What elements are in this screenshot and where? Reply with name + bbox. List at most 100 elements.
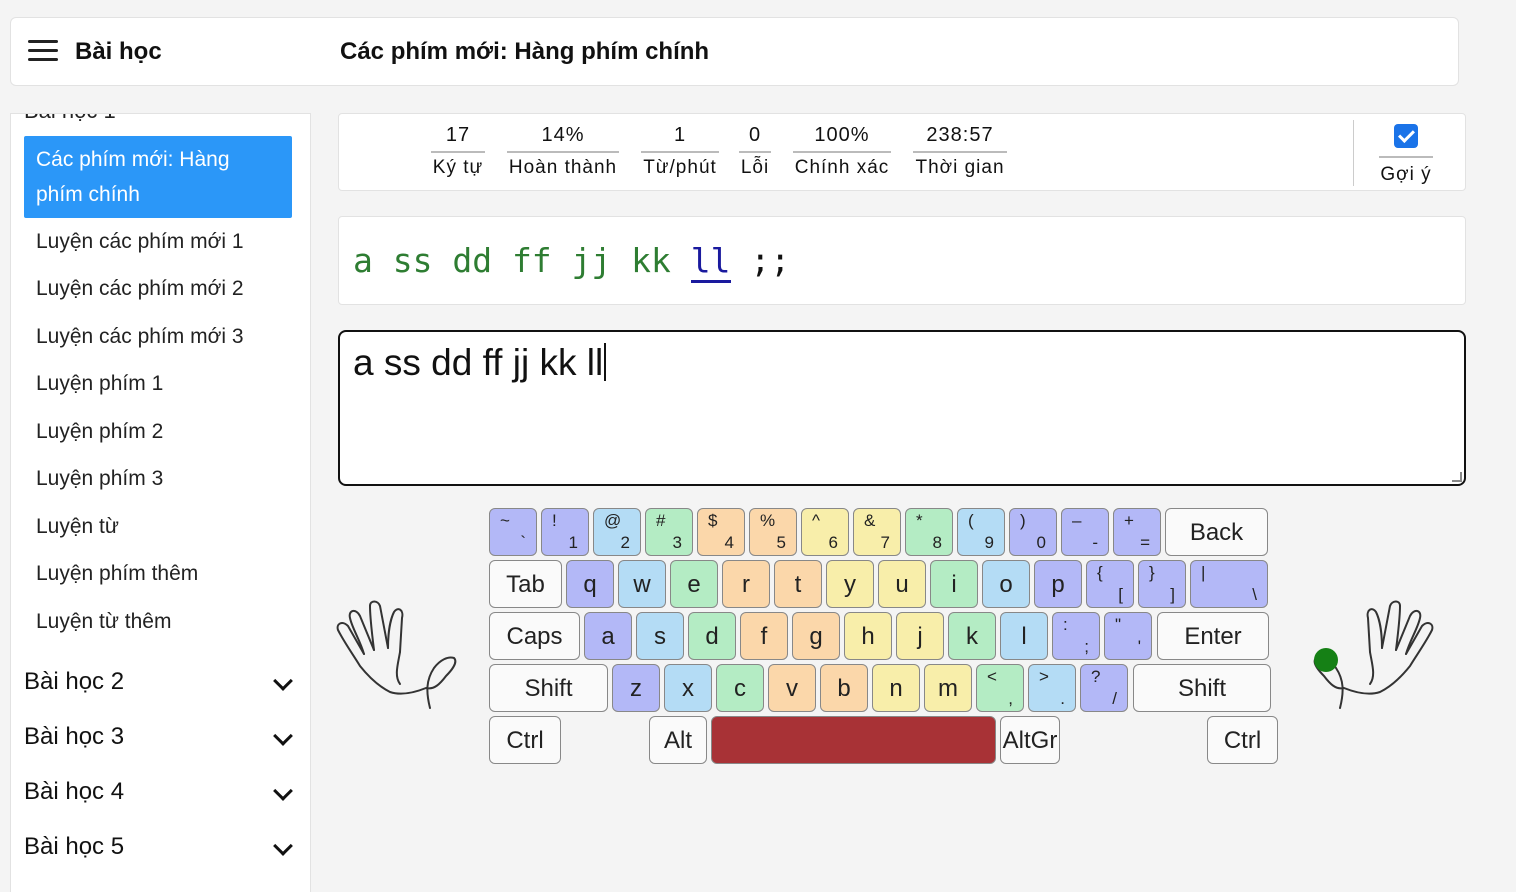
backspace-key[interactable]: Back	[1165, 508, 1268, 556]
lesson-group-4[interactable]: Bài học 4	[24, 778, 294, 806]
lesson-group-label: Bài học 5	[24, 833, 125, 860]
key-4[interactable]: $4	[697, 508, 745, 556]
sidebar-item[interactable]: Luyện các phím mới 3	[36, 325, 244, 349]
key-label: g	[809, 623, 823, 650]
sidebar-item[interactable]: Luyện phím 3	[36, 467, 163, 491]
sidebar-item[interactable]: Luyện từ thêm	[36, 610, 171, 634]
key-z[interactable]: z	[612, 664, 660, 712]
lesson-group-1[interactable]: Bài học 1	[24, 114, 116, 124]
stat-label: Chính xác	[794, 157, 890, 178]
sidebar-item[interactable]: Luyện các phím mới 2	[36, 277, 244, 301]
hint-label: Gợi ý	[1379, 156, 1433, 186]
stat-time: 238:57 Thời gian	[913, 124, 1007, 179]
left-shift-key[interactable]: Shift	[489, 664, 608, 712]
key-3[interactable]: #3	[645, 508, 693, 556]
lesson-group-2[interactable]: Bài học 2	[24, 668, 294, 696]
sidebar-item[interactable]: Luyện phím 1	[36, 372, 163, 396]
key-7[interactable]: & 7	[853, 508, 901, 556]
key-h[interactable]: h	[844, 612, 892, 660]
key-punct[interactable]: >.	[1028, 664, 1076, 712]
left-ctrl-key[interactable]: Ctrl	[489, 716, 561, 764]
key-=[interactable]: + =	[1113, 508, 1161, 556]
key-j[interactable]: j	[896, 612, 944, 660]
key-o[interactable]: o	[982, 560, 1030, 608]
key-p[interactable]: p	[1034, 560, 1082, 608]
key-quote[interactable]: :;	[1052, 612, 1100, 660]
key-y[interactable]: y	[826, 560, 874, 608]
chevron-down-icon	[273, 671, 293, 691]
sidebar-item[interactable]: Luyện phím 2	[36, 420, 163, 444]
key-label: a	[601, 623, 615, 650]
text-caret	[604, 343, 607, 381]
hint-checkbox[interactable]	[1394, 124, 1418, 148]
lesson-group-label: Bài học 3	[24, 723, 125, 750]
key-shift-label: }	[1149, 563, 1155, 582]
tab-key[interactable]: Tab	[489, 560, 562, 608]
key-v[interactable]: v	[768, 664, 816, 712]
key-e[interactable]: e	[670, 560, 718, 608]
key-d[interactable]: d	[688, 612, 736, 660]
altgr-key[interactable]: AltGr	[1000, 716, 1060, 764]
right-shift-key[interactable]: Shift	[1133, 664, 1271, 712]
space-key[interactable]	[711, 716, 996, 764]
key-punct[interactable]: <,	[976, 664, 1024, 712]
lesson-group-3[interactable]: Bài học 3	[24, 723, 294, 751]
key-shift-label: >	[1039, 667, 1049, 686]
key-quote[interactable]: " '	[1104, 612, 1152, 660]
top-bar: Bài học Các phím mới: Hàng phím chính	[10, 17, 1459, 86]
key-backslash[interactable]: | \	[1190, 560, 1268, 608]
key-2[interactable]: @2	[593, 508, 641, 556]
caps-lock-key[interactable]: Caps	[489, 612, 580, 660]
key-`[interactable]: ~ `	[489, 508, 537, 556]
hint-toggle[interactable]: Gợi ý	[1379, 124, 1433, 186]
key-0[interactable]: ) 0	[1009, 508, 1057, 556]
right-ctrl-key[interactable]: Ctrl	[1207, 716, 1278, 764]
key-1[interactable]: ! 1	[541, 508, 589, 556]
key-label: 3	[672, 533, 682, 552]
stat-value: 238:57	[913, 124, 1007, 153]
lesson-group-5[interactable]: Bài học 5	[24, 833, 294, 861]
key-5[interactable]: % 5	[749, 508, 797, 556]
key-bracket[interactable]: }]	[1138, 560, 1186, 608]
resize-handle-icon[interactable]	[1452, 472, 1462, 482]
key-b[interactable]: b	[820, 664, 868, 712]
key-r[interactable]: r	[722, 560, 770, 608]
sidebar-item[interactable]: Luyện từ	[36, 515, 119, 539]
key-punct[interactable]: ? /	[1080, 664, 1128, 712]
key-label: h	[861, 623, 875, 650]
key-k[interactable]: k	[948, 612, 996, 660]
key-t[interactable]: t	[774, 560, 822, 608]
key-g[interactable]: g	[792, 612, 840, 660]
hamburger-menu-icon[interactable]	[28, 40, 58, 64]
lesson-group-label: Bài học 4	[24, 778, 125, 805]
key-q[interactable]: q	[566, 560, 614, 608]
typed-text: a ss dd ff jj kk	[353, 241, 691, 280]
key-n[interactable]: n	[872, 664, 920, 712]
sidebar-item[interactable]: Luyện phím thêm	[36, 562, 198, 586]
key-f[interactable]: f	[740, 612, 788, 660]
key--[interactable]: – -	[1061, 508, 1109, 556]
stat-chars: 17 Ký tự	[431, 124, 485, 179]
key-w[interactable]: w	[618, 560, 666, 608]
key-bracket[interactable]: {[	[1086, 560, 1134, 608]
key-8[interactable]: * 8	[905, 508, 953, 556]
key-u[interactable]: u	[878, 560, 926, 608]
alt-key[interactable]: Alt	[649, 716, 707, 764]
key-9[interactable]: (9	[957, 508, 1005, 556]
key-label: d	[705, 623, 719, 650]
enter-key[interactable]: Enter	[1157, 612, 1269, 660]
sidebar-item[interactable]: Luyện các phím mới 1	[36, 230, 244, 254]
key-m[interactable]: m	[924, 664, 972, 712]
key-label: 0	[1036, 533, 1046, 552]
key-c[interactable]: c	[716, 664, 764, 712]
key-a[interactable]: a	[584, 612, 632, 660]
typing-input[interactable]: a ss dd ff jj kk ll	[338, 330, 1466, 486]
key-x[interactable]: x	[664, 664, 712, 712]
key-l[interactable]: l	[1000, 612, 1048, 660]
key-label: v	[786, 675, 798, 702]
key-6[interactable]: ^ 6	[801, 508, 849, 556]
app-title: Bài học	[75, 38, 162, 65]
key-i[interactable]: i	[930, 560, 978, 608]
key-s[interactable]: s	[636, 612, 684, 660]
sidebar-item-active[interactable]: Các phím mới: Hàng phím chính	[24, 136, 292, 218]
